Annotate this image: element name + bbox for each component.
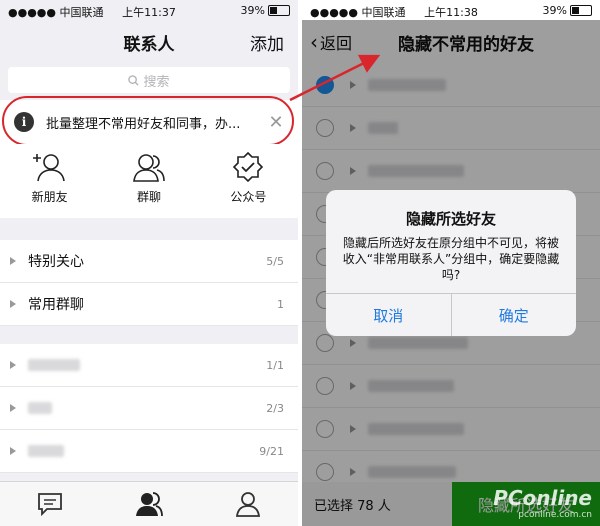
search-placeholder: 搜索 <box>143 74 170 90</box>
me-tab-icon <box>236 492 261 517</box>
battery-indicator: 39% <box>241 4 290 17</box>
friend-groups-list: 1/1 2/3 9/21 <box>0 344 298 473</box>
group-count: 2/3 <box>266 401 284 415</box>
tab-bar <box>0 481 298 526</box>
contacts-tab-icon <box>135 492 163 517</box>
add-button[interactable]: 添加 <box>250 30 284 55</box>
group-count: 1 <box>277 297 284 311</box>
highlight-annotation <box>2 96 294 146</box>
list-item[interactable]: 1/1 <box>0 344 298 387</box>
watermark: PConline pconline.com.cn <box>493 486 592 520</box>
new-friends-label: 新朋友 <box>31 190 68 204</box>
blurred-group-name <box>28 402 52 414</box>
group-count: 1/1 <box>266 358 284 372</box>
expand-icon <box>10 257 16 265</box>
group-chat-icon <box>133 154 165 182</box>
dialog-message: 隐藏后所选好友在原分组中不可见，将被收入“非常用联系人”分组中，确定要隐藏吗? <box>342 236 560 282</box>
list-item[interactable]: 9/21 <box>0 430 298 473</box>
official-account-icon <box>233 152 264 182</box>
quick-entries: 新朋友 群聊 公众号 <box>0 144 298 218</box>
contacts-screen: ●●●●● 中国联通 上午11:37 39% 联系人 添加 搜索 i 批量整理不… <box>0 0 298 526</box>
dialog-buttons: 取消 确定 <box>326 293 576 336</box>
list-item[interactable]: 特别关心 5/5 <box>0 240 298 283</box>
tab-messages[interactable] <box>0 482 99 526</box>
tab-contacts[interactable] <box>99 482 198 526</box>
battery-percent: 39% <box>240 4 265 17</box>
expand-icon <box>10 361 16 369</box>
expand-icon <box>10 300 16 308</box>
search-input[interactable]: 搜索 <box>8 67 290 93</box>
battery-indicator: 39% <box>543 4 592 17</box>
watermark-brand: PConline <box>493 486 592 510</box>
cancel-button[interactable]: 取消 <box>326 294 451 336</box>
group-count: 5/5 <box>266 254 284 268</box>
expand-icon <box>10 404 16 412</box>
new-friends-entry[interactable]: 新朋友 <box>0 144 99 218</box>
group-label: 常用群聊 <box>28 297 84 313</box>
special-groups-list: 特别关心 5/5 常用群聊 1 <box>0 240 298 326</box>
hide-friends-screen: ●●●●● 中国联通 上午11:38 39% ‹ 返回 隐藏不常用的好友 已选择… <box>302 0 600 526</box>
blurred-group-name <box>28 359 80 371</box>
confirm-button[interactable]: 确定 <box>450 294 577 336</box>
expand-icon <box>10 447 16 455</box>
list-item[interactable]: 2/3 <box>0 387 298 430</box>
new-friend-icon <box>32 154 65 182</box>
watermark-site: pconline.com.cn <box>518 510 592 520</box>
tab-me[interactable] <box>199 482 298 526</box>
message-tab-icon <box>37 493 62 516</box>
search-area: 搜索 <box>0 64 298 96</box>
nav-bar: 联系人 添加 <box>0 20 298 64</box>
group-chat-label: 群聊 <box>136 190 161 204</box>
official-account-label: 公众号 <box>230 190 267 204</box>
group-count: 9/21 <box>259 444 284 458</box>
dialog-title: 隐藏所选好友 <box>405 210 496 228</box>
battery-icon <box>268 5 290 16</box>
group-label: 特别关心 <box>28 254 84 270</box>
battery-percent: 39% <box>542 4 567 17</box>
status-bar: ●●●●● 中国联通 上午11:37 39% <box>0 0 298 20</box>
battery-icon <box>570 5 592 16</box>
search-icon <box>128 74 140 86</box>
list-item[interactable]: 常用群聊 1 <box>0 283 298 326</box>
official-account-entry[interactable]: 公众号 <box>199 144 298 218</box>
group-chat-entry[interactable]: 群聊 <box>99 144 198 218</box>
blurred-group-name <box>28 445 64 457</box>
confirm-dialog: 隐藏所选好友 隐藏后所选好友在原分组中不可见，将被收入“非常用联系人”分组中，确… <box>326 190 576 336</box>
status-bar: ●●●●● 中国联通 上午11:38 39% <box>302 0 600 20</box>
